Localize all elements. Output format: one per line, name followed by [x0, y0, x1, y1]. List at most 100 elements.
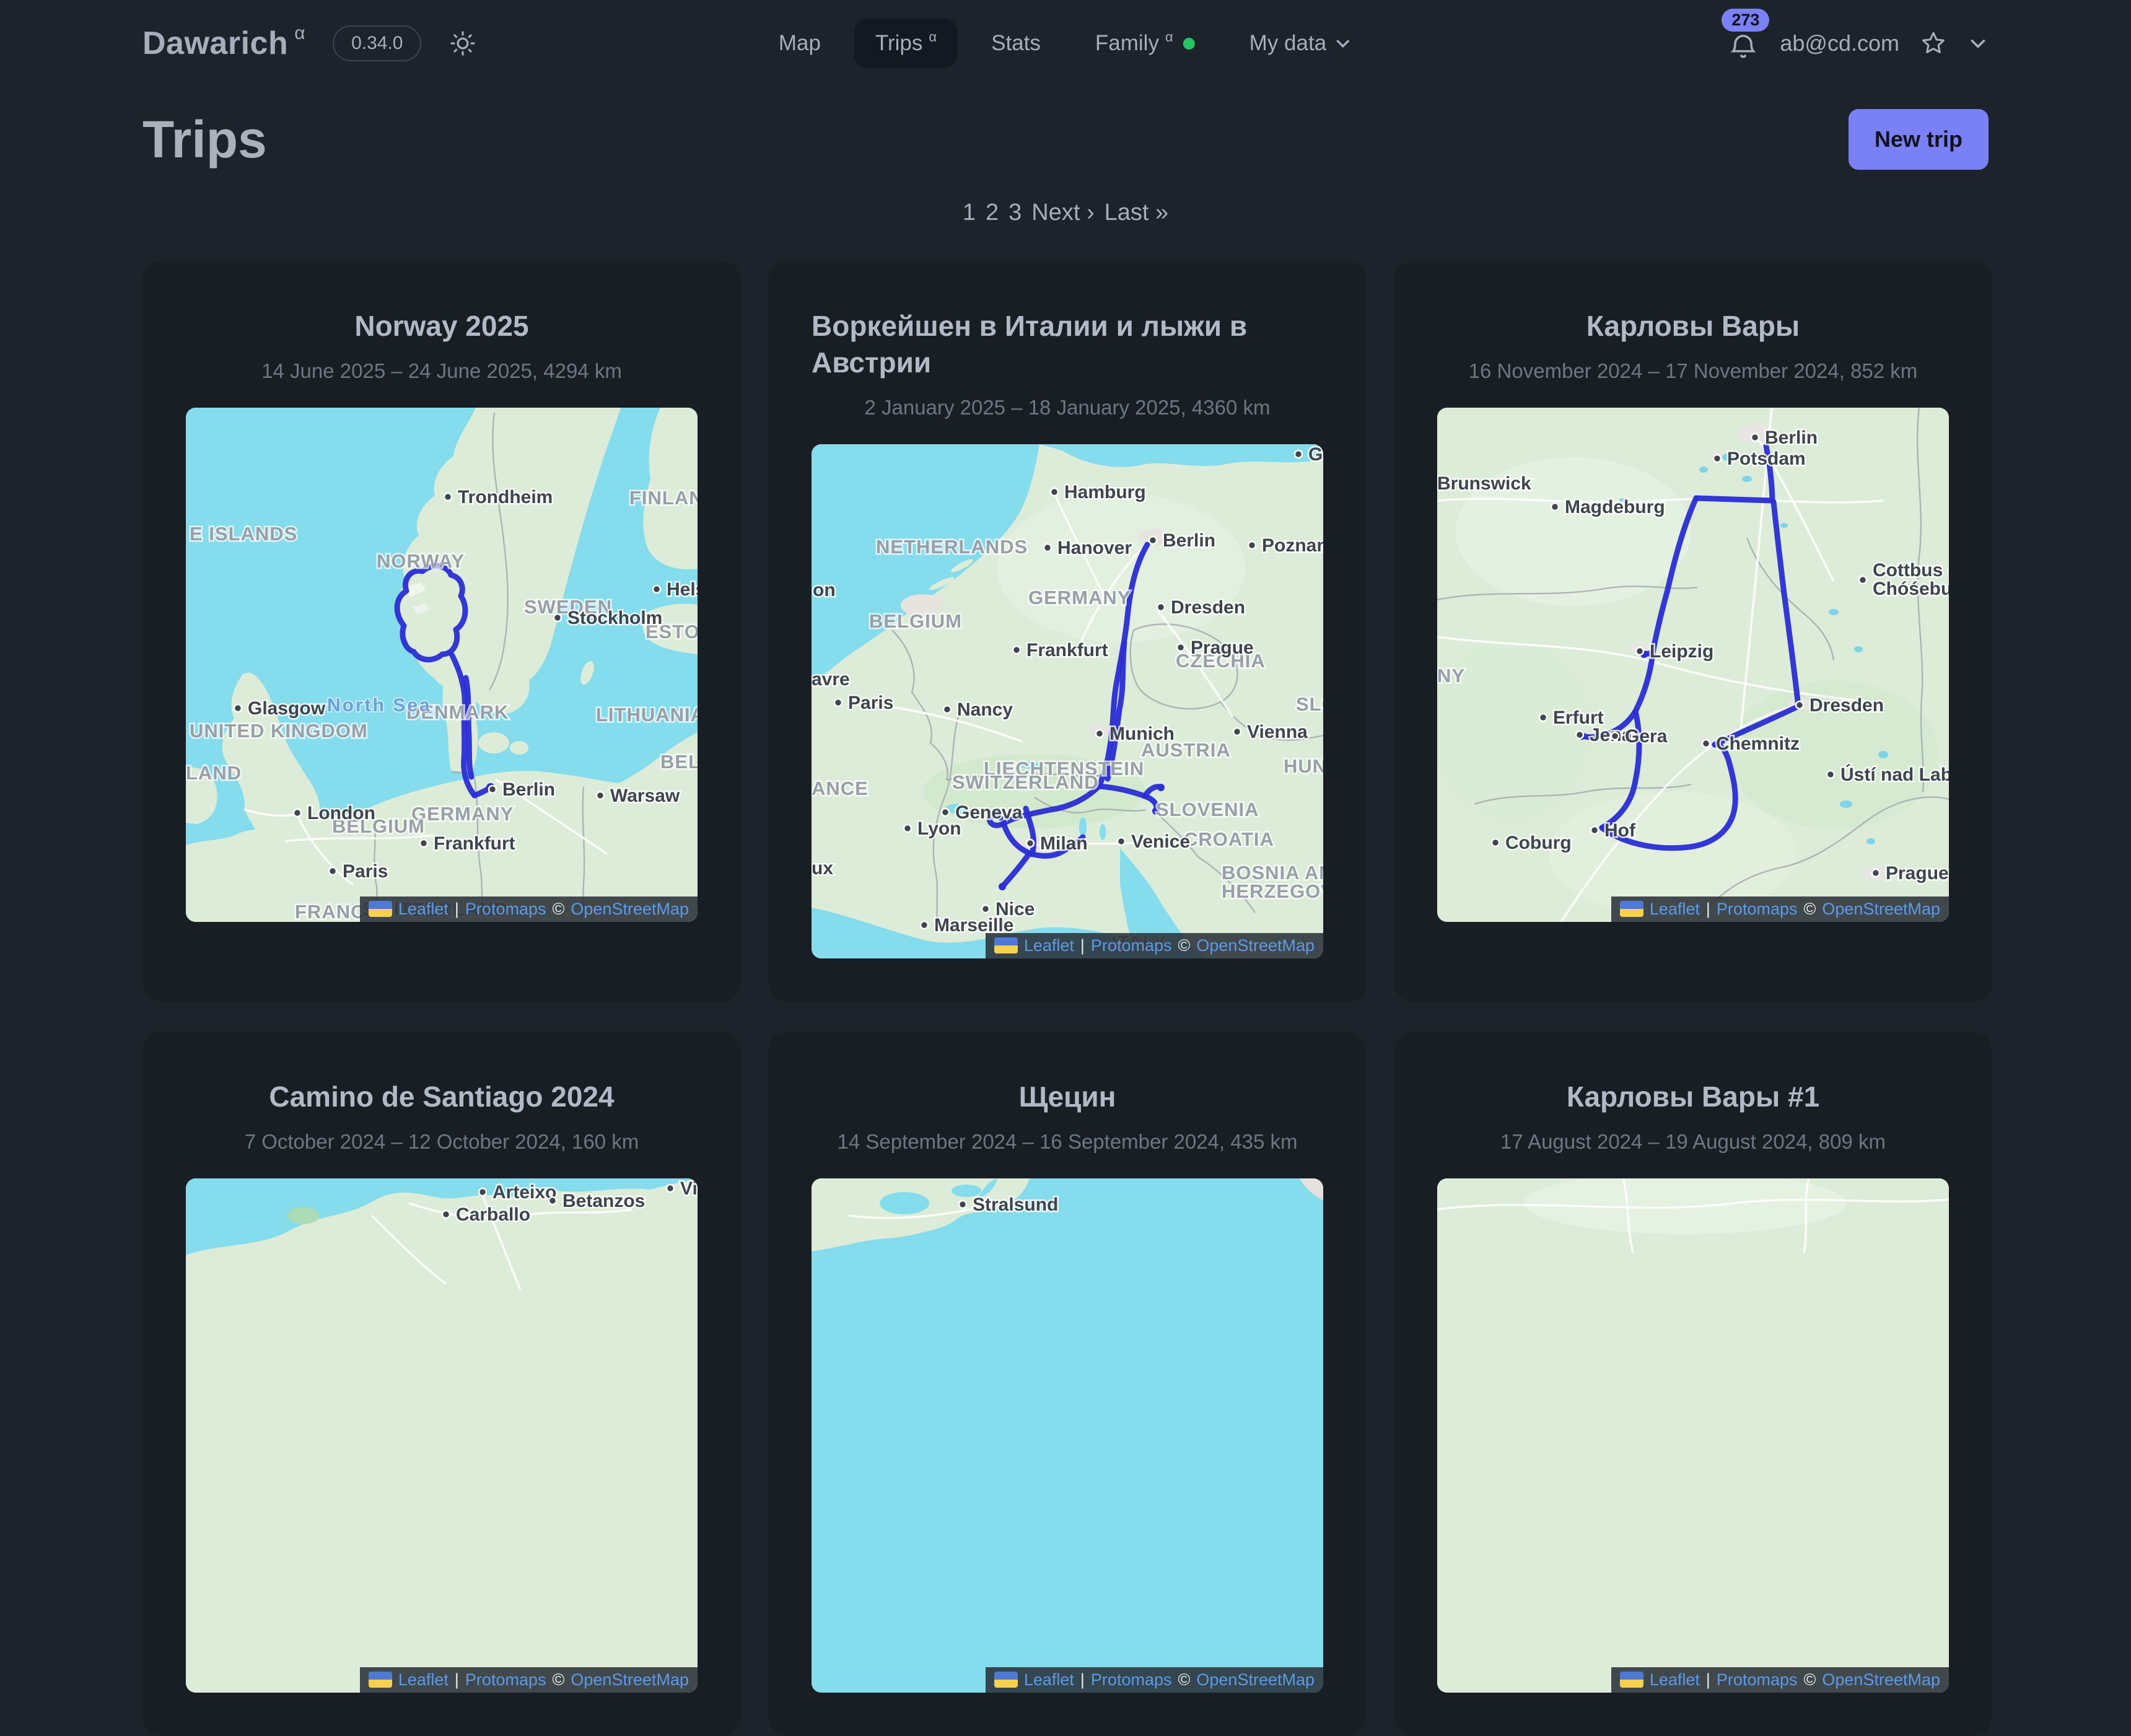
trip-card-workation-italy-austria[interactable]: Воркейшен в Италии и лыжи в Австрии 2 Ja…	[768, 261, 1367, 1002]
svg-text:GERMANY: GERMANY	[411, 803, 514, 825]
leaflet-link[interactable]: Leaflet	[1650, 1670, 1700, 1690]
protomaps-link[interactable]: Protomaps	[1091, 936, 1172, 955]
svg-text:Stralsund: Stralsund	[973, 1195, 1058, 1215]
bell-icon	[1726, 31, 1760, 64]
svg-text:Venice: Venice	[1131, 831, 1190, 852]
leaflet-link[interactable]: Leaflet	[1024, 1670, 1074, 1690]
trip-card-norway-2025[interactable]: Norway 2025 14 June 2025 – 24 June 2025,…	[142, 261, 741, 1002]
user-menu-toggle[interactable]	[1967, 33, 1989, 54]
trip-card-camino-de-santiago[interactable]: Camino de Santiago 2024 7 October 2024 –…	[142, 1032, 741, 1736]
svg-text:Berlin: Berlin	[1163, 530, 1215, 551]
svg-text:Gera: Gera	[1625, 726, 1668, 747]
svg-text:Gdansk: Gdansk	[1308, 444, 1323, 465]
leaflet-link[interactable]: Leaflet	[1650, 900, 1700, 919]
pagination-page-1[interactable]: 1	[963, 199, 976, 226]
svg-text:Helsinki: Helsinki	[667, 579, 698, 600]
svg-text:LAND: LAND	[186, 762, 242, 784]
ukraine-flag-icon	[1620, 1672, 1643, 1688]
svg-text:Frankfurt: Frankfurt	[1026, 640, 1108, 660]
nav-item-my-data[interactable]: My data	[1228, 19, 1374, 68]
osm-link[interactable]: OpenStreetMap	[571, 900, 689, 919]
osm-link[interactable]: OpenStreetMap	[1822, 900, 1940, 919]
nav-item-map[interactable]: Map	[758, 19, 842, 68]
svg-text:Hamburg: Hamburg	[1064, 482, 1146, 502]
pagination-last[interactable]: Last »	[1105, 199, 1169, 226]
trip-map[interactable]: NYBerlinPotsdamBrunswickMagdeburgCottbus…	[1437, 408, 1949, 922]
notification-count-badge: 273	[1722, 9, 1769, 32]
map-canvas: Stralsund	[812, 1178, 1323, 1693]
trip-map[interactable]: E ISLANDSFINLANDNORWAYSWEDENESTONIAUNITE…	[186, 408, 698, 922]
map-attribution: Leaflet | Protomaps © OpenStreetMap	[986, 933, 1323, 958]
svg-text:Munich: Munich	[1109, 724, 1175, 744]
svg-text:Carballo: Carballo	[456, 1204, 530, 1225]
svg-text:Brunswick: Brunswick	[1437, 473, 1531, 494]
svg-text:UNITED KINGDOM: UNITED KINGDOM	[190, 720, 368, 742]
svg-text:SWITZERLAND: SWITZERLAND	[952, 771, 1099, 793]
user-email[interactable]: ab@cd.com	[1780, 30, 1899, 56]
pagination-page-2[interactable]: 2	[986, 199, 999, 226]
trip-dates: 16 November 2024 – 17 November 2024, 852…	[1437, 359, 1949, 383]
app-name: Dawarich	[142, 25, 288, 61]
osm-link[interactable]: OpenStreetMap	[1196, 1670, 1315, 1690]
map-canvas: ArteixoBetanzosVilalbaCarballo	[186, 1178, 698, 1693]
leaflet-link[interactable]: Leaflet	[398, 900, 449, 919]
map-attribution: Leaflet | Protomaps © OpenStreetMap	[986, 1667, 1323, 1693]
protomaps-link[interactable]: Protomaps	[1717, 1670, 1798, 1690]
svg-text:Magdeburg: Magdeburg	[1565, 497, 1665, 517]
navbar-right: 273 ab@cd.com	[1726, 22, 1989, 64]
favorite-button[interactable]	[1919, 29, 1948, 58]
online-status-dot	[1183, 38, 1195, 50]
app-logo[interactable]: Dawarichα	[142, 25, 305, 62]
protomaps-link[interactable]: Protomaps	[1717, 900, 1798, 919]
trip-card-karlovy-vary[interactable]: Карловы Вары 16 November 2024 – 17 Novem…	[1394, 261, 1992, 1002]
map-canvas: NETHERLANDSGERMANYBELGIUMCZECHIASLOVAKIA…	[812, 444, 1323, 958]
nav-item-stats[interactable]: Stats	[970, 19, 1062, 68]
trip-card-karlovy-vary-1[interactable]: Карловы Вары #1 17 August 2024 – 19 Augu…	[1394, 1032, 1992, 1736]
osm-link[interactable]: OpenStreetMap	[1822, 1670, 1940, 1690]
trip-card-szczecin[interactable]: Щецин 14 September 2024 – 16 September 2…	[768, 1032, 1367, 1736]
protomaps-link[interactable]: Protomaps	[465, 1670, 546, 1690]
protomaps-link[interactable]: Protomaps	[465, 900, 546, 919]
trip-map[interactable]: Stralsund Leaflet | Protomaps © OpenStre…	[812, 1178, 1323, 1693]
trip-title: Camino de Santiago 2024	[186, 1079, 698, 1115]
map-attribution: Leaflet | Protomaps © OpenStreetMap	[360, 896, 698, 922]
svg-text:Dresden: Dresden	[1171, 597, 1245, 618]
svg-text:Lyon: Lyon	[917, 818, 961, 839]
osm-link[interactable]: OpenStreetMap	[571, 1670, 689, 1690]
svg-text:Coburg: Coburg	[1505, 833, 1572, 853]
trip-map[interactable]: NETHERLANDSGERMANYBELGIUMCZECHIASLOVAKIA…	[812, 444, 1323, 958]
notifications-button[interactable]: 273	[1726, 22, 1760, 64]
svg-text:Geneva: Geneva	[955, 802, 1023, 823]
svg-text:BELARUS: BELARUS	[660, 751, 698, 773]
nav-item-trips[interactable]: Tripsα	[854, 19, 958, 68]
leaflet-link[interactable]: Leaflet	[1024, 936, 1074, 955]
svg-text:Potsdam: Potsdam	[1727, 449, 1806, 469]
osm-link[interactable]: OpenStreetMap	[1196, 936, 1315, 955]
pagination-page-3[interactable]: 3	[1009, 199, 1022, 226]
nav-item-family[interactable]: Familyα	[1074, 19, 1216, 68]
ukraine-flag-icon	[369, 901, 392, 917]
svg-text:ANCE: ANCE	[812, 778, 869, 799]
map-canvas	[1437, 1178, 1949, 1693]
svg-text:NORWAY: NORWAY	[377, 550, 465, 572]
protomaps-link[interactable]: Protomaps	[1091, 1670, 1172, 1690]
theme-toggle-button[interactable]	[449, 29, 477, 58]
pagination-next[interactable]: Next ›	[1031, 199, 1094, 226]
svg-text:Frankfurt: Frankfurt	[434, 833, 515, 854]
new-trip-button[interactable]: New trip	[1849, 109, 1989, 170]
svg-text:Leipzig: Leipzig	[1650, 641, 1713, 662]
svg-text:FINLAND: FINLAND	[629, 487, 698, 509]
leaflet-link[interactable]: Leaflet	[398, 1670, 449, 1690]
ukraine-flag-icon	[994, 1672, 1018, 1688]
map-canvas: NYBerlinPotsdamBrunswickMagdeburgCottbus…	[1437, 408, 1949, 922]
trip-map[interactable]: Leaflet | Protomaps © OpenStreetMap	[1437, 1178, 1949, 1693]
trip-dates: 2 January 2025 – 18 January 2025, 4360 k…	[812, 396, 1323, 419]
version-badge: 0.34.0	[333, 25, 421, 61]
trip-map[interactable]: ArteixoBetanzosVilalbaCarballo Leaflet |…	[186, 1178, 698, 1693]
svg-text:Berlin: Berlin	[1765, 427, 1818, 448]
svg-text:North Sea: North Sea	[327, 695, 432, 716]
trip-dates: 14 June 2025 – 24 June 2025, 4294 km	[186, 359, 698, 383]
map-canvas: E ISLANDSFINLANDNORWAYSWEDENESTONIAUNITE…	[186, 408, 698, 922]
svg-text:Paris: Paris	[343, 861, 388, 882]
star-icon	[1919, 29, 1948, 58]
